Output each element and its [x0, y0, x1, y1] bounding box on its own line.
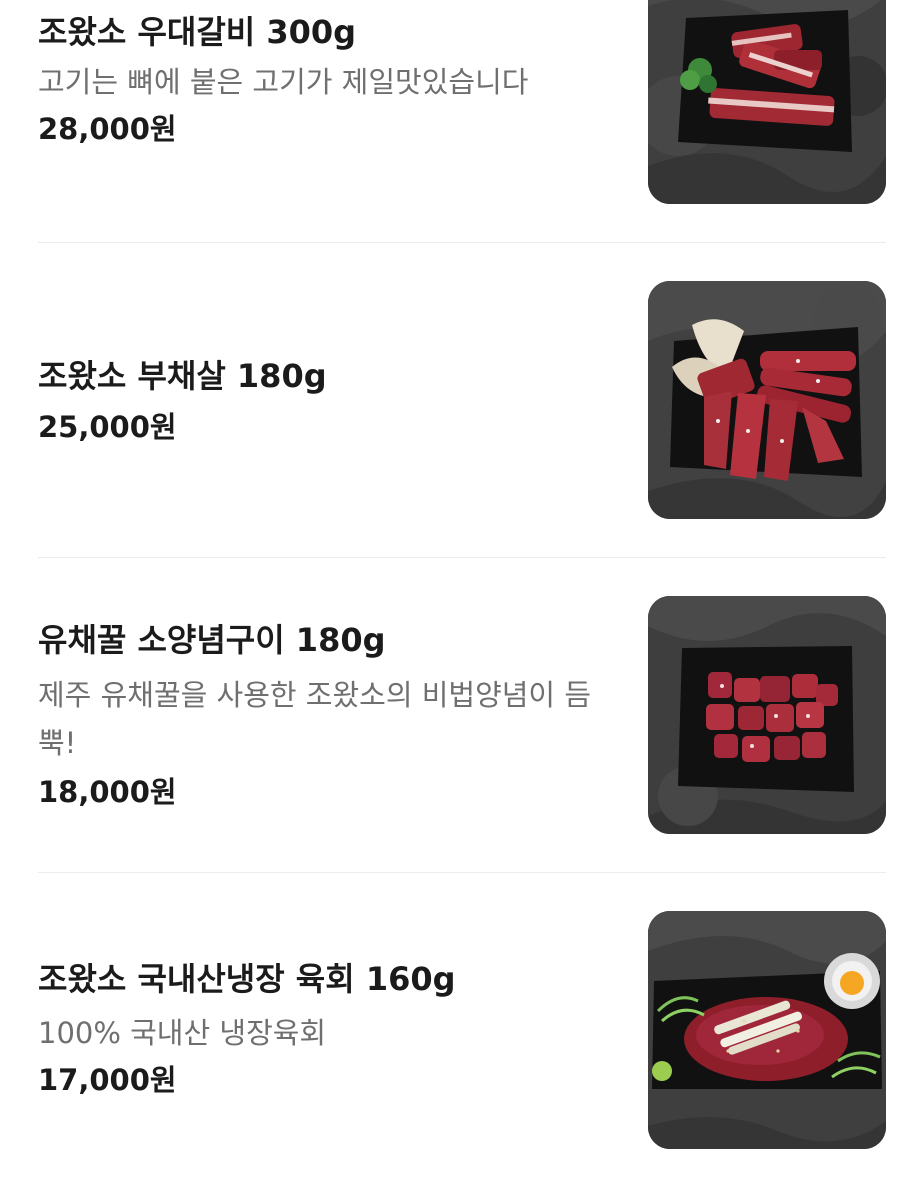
menu-item-image[interactable]: [648, 596, 886, 834]
menu-item-image[interactable]: [648, 281, 886, 519]
menu-item-image[interactable]: [648, 0, 886, 204]
menu-item[interactable]: 조왔소 부채살 180g 25,000원: [0, 243, 900, 558]
menu-item-name: 조왔소 부채살 180g: [38, 357, 327, 395]
menu-item-price: 25,000원: [38, 410, 177, 444]
menu-item-name: 유채꿀 소양념구이 180g: [38, 621, 386, 659]
menu-item-text: 조왔소 국내산냉장 육회 160g 100% 국내산 냉장육회 17,000원: [38, 959, 618, 1099]
menu-item-price: 28,000원: [38, 112, 177, 146]
menu-item-price: 18,000원: [38, 775, 177, 809]
menu-list: 조왔소 우대갈비 300g 고기는 뼈에 붙은 고기가 제일맛있습니다 28,0…: [0, 0, 900, 1182]
menu-item-price: 17,000원: [38, 1063, 177, 1097]
menu-item[interactable]: 조왔소 국내산냉장 육회 160g 100% 국내산 냉장육회 17,000원: [0, 873, 900, 1182]
menu-item-text: 조왔소 부채살 180g 25,000원: [38, 356, 618, 446]
menu-item-text: 유채꿀 소양념구이 180g 제주 유채꿀을 사용한 조왔소의 비법양념이 듬뿍…: [38, 620, 608, 811]
menu-item-description: 제주 유채꿀을 사용한 조왔소의 비법양념이 듬뿍!: [38, 678, 592, 760]
menu-item[interactable]: 유채꿀 소양념구이 180g 제주 유채꿀을 사용한 조왔소의 비법양념이 듬뿍…: [0, 558, 900, 873]
menu-item-name: 조왔소 국내산냉장 육회 160g: [38, 960, 456, 998]
menu-item-text: 조왔소 우대갈비 300g 고기는 뼈에 붙은 고기가 제일맛있습니다 28,0…: [38, 12, 618, 148]
menu-item-image[interactable]: [648, 911, 886, 1149]
menu-item-description: 고기는 뼈에 붙은 고기가 제일맛있습니다: [38, 65, 529, 99]
menu-item-name: 조왔소 우대갈비 300g: [38, 13, 357, 51]
menu-item[interactable]: 조왔소 우대갈비 300g 고기는 뼈에 붙은 고기가 제일맛있습니다 28,0…: [0, 0, 900, 243]
menu-item-description: 100% 국내산 냉장육회: [38, 1016, 327, 1050]
